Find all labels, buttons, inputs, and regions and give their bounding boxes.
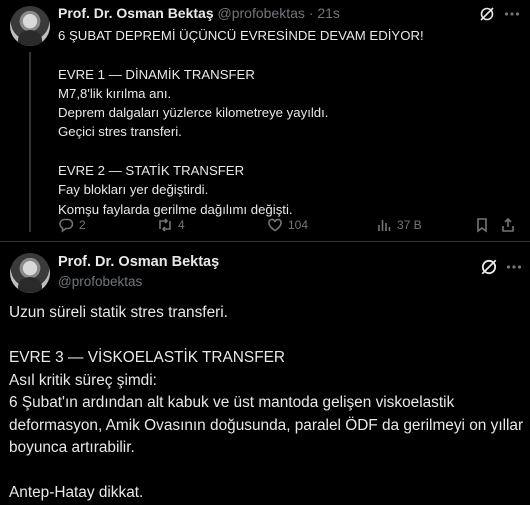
share-icon [502, 217, 514, 232]
tweet-text-line: EVRE 2 — STATİK TRANSFER [58, 163, 245, 179]
more-icon[interactable] [503, 5, 521, 23]
avatar[interactable] [10, 6, 50, 46]
views-button[interactable]: 37 B [376, 214, 422, 236]
bookmark-icon [477, 218, 487, 233]
author-handle[interactable]: @profobektas [218, 5, 305, 21]
avatar[interactable] [10, 253, 50, 293]
tweet2-body: Uzun süreli statik stres transferi. EVRE … [9, 302, 524, 505]
tweet1-header: Prof. Dr. Osman Bektaş @profobektas · 21… [58, 4, 340, 22]
retweet-button[interactable]: 4 [157, 214, 185, 236]
tweet-text-line: 6 Şubat'ın ardından alt kabuk ve üst man… [9, 394, 455, 411]
thread-line [29, 52, 31, 232]
share-button[interactable] [500, 214, 516, 236]
views-count: 37 B [397, 218, 422, 232]
tweet-text-line: Deprem dalgaları yüzlerce kilometreye ya… [58, 105, 329, 121]
grok-icon[interactable] [480, 258, 498, 276]
grok-icon[interactable] [479, 6, 495, 22]
separator-dot: · [308, 5, 314, 21]
retweet-count: 4 [178, 218, 185, 232]
tweet-text-line: boyunca artırabilir. [9, 439, 135, 456]
bookmark-button[interactable] [474, 214, 490, 236]
tweet-text-line: Asıl kritik süreç şimdi: [9, 371, 157, 389]
author-handle[interactable]: @profobektas [58, 274, 142, 289]
reply-count: 2 [79, 218, 86, 232]
more-icon[interactable] [505, 258, 523, 276]
tweet1-body: 6 ŞUBAT DEPREMİ ÜÇÜNCÜ EVRESİNDE DEVAM E… [58, 26, 498, 219]
tweet-text-line: Uzun süreli statik stres transferi. [9, 304, 228, 321]
tweet-text-line: EVRE 3 — VİSKOELASTİK TRANSFER [9, 349, 285, 366]
tweet1-actions: 2 4 104 37 B [58, 214, 518, 236]
tweet-text-line: EVRE 1 — DİNAMİK TRANSFER [58, 66, 255, 82]
retweet-icon [159, 218, 171, 232]
reply-button[interactable]: 2 [58, 214, 86, 236]
reply-icon [59, 218, 74, 233]
like-button[interactable]: 104 [267, 214, 308, 236]
tweet-divider [0, 241, 530, 242]
tweet-text-line: Fay blokları yer değiştirdi. [58, 182, 209, 198]
heart-icon [268, 218, 282, 232]
tweet-text-line: deformasyon, Amik Ovasının doğusunda, pa… [9, 416, 524, 434]
author-name[interactable]: Prof. Dr. Osman Bektaş [58, 254, 219, 270]
tweet-text-line: M7,8'lik kırılma anı. [58, 85, 172, 101]
tweet-text-line: Geçici stres transferi. [58, 124, 182, 140]
author-name[interactable]: Prof. Dr. Osman Bektaş [58, 5, 214, 21]
tweet-text-line: 6 ŞUBAT DEPREMİ ÜÇÜNCÜ EVRESİNDE DEVAM E… [58, 28, 424, 43]
tweet-text-line: Antep-Hatay dikkat. [9, 484, 144, 501]
tweet-time[interactable]: 21s [317, 5, 340, 21]
views-icon [378, 220, 391, 231]
like-count: 104 [288, 218, 309, 232]
